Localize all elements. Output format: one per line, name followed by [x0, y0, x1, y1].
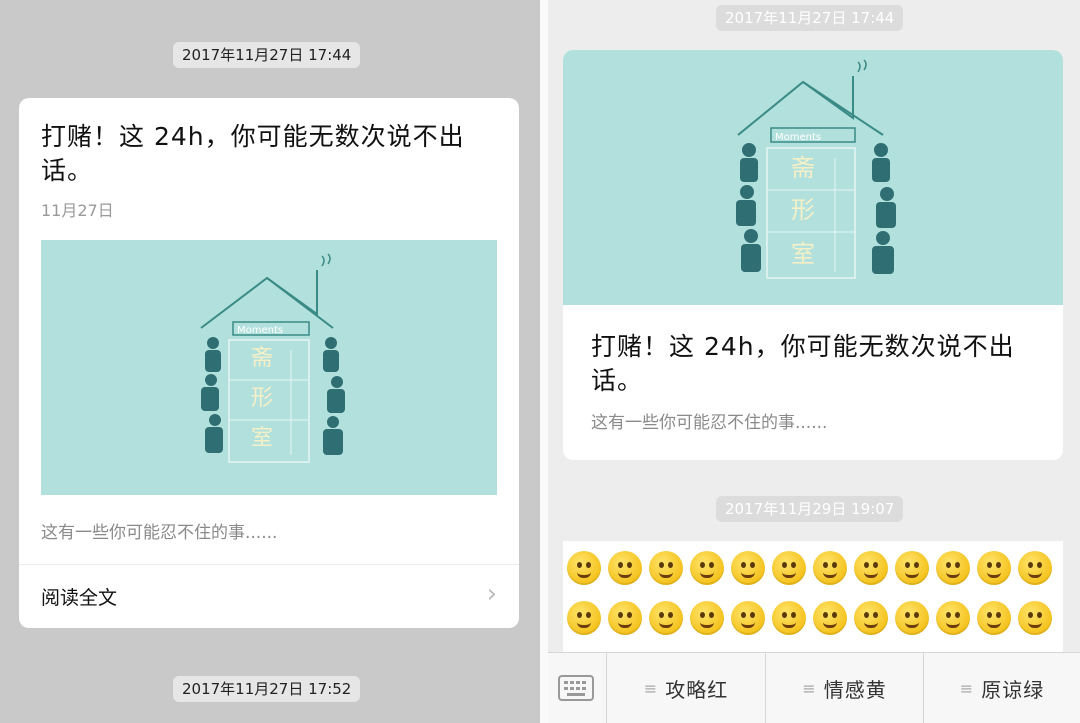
- cover-illustration: Moments 斋 形 室: [200, 253, 345, 463]
- bottom-menu-bar: ≡ 攻略红 ≡ 情感黄 ≡ 原谅绿: [548, 652, 1080, 723]
- cover-char-2: 形: [251, 386, 273, 411]
- panel-divider: [540, 0, 548, 723]
- sticker-laugh-icon[interactable]: [813, 601, 847, 635]
- sticker-shock-icon[interactable]: [608, 601, 642, 635]
- sticker-smirk-icon[interactable]: [772, 551, 806, 585]
- sticker-shock-icon[interactable]: [731, 601, 765, 635]
- sticker-smirk-icon[interactable]: [895, 551, 929, 585]
- menu-lines-icon: ≡: [959, 679, 974, 698]
- sticker-cry-icon[interactable]: [649, 601, 683, 635]
- sticker-message[interactable]: [563, 541, 1063, 653]
- article-card[interactable]: Moments 斋 形 室 打赌！这 24h，你可能无数次说不出话。 这有一些你…: [563, 50, 1063, 460]
- sticker-smile-icon[interactable]: [936, 551, 970, 585]
- sticker-cry-icon[interactable]: [1018, 601, 1052, 635]
- sticker-shock-icon[interactable]: [977, 601, 1011, 635]
- cover-brand-text: Moments: [775, 132, 821, 143]
- sticker-smirk-icon[interactable]: [1018, 551, 1052, 585]
- timestamp-badge: 2017年11月27日 17:52: [173, 676, 361, 702]
- menu-lines-icon: ≡: [802, 679, 816, 698]
- article-description: 这有一些你可能忍不住的事......: [41, 523, 278, 543]
- menu-item-green[interactable]: ≡ 原谅绿: [923, 653, 1080, 723]
- cover-char-2: 形: [791, 196, 815, 224]
- sticker-grin-icon[interactable]: [731, 551, 765, 585]
- cover-char-1: 斋: [791, 154, 815, 182]
- article-title: 打赌！这 24h，你可能无数次说不出话。: [41, 122, 465, 185]
- article-cover-image: Moments 斋 形 室: [41, 240, 497, 495]
- sticker-cry-icon[interactable]: [895, 601, 929, 635]
- cover-char-1: 斋: [251, 346, 273, 371]
- menu-item-yellow[interactable]: ≡ 情感黄: [765, 653, 923, 723]
- sticker-grin-icon[interactable]: [854, 551, 888, 585]
- sticker-laugh-icon[interactable]: [690, 601, 724, 635]
- chevron-right-icon: ›: [486, 579, 497, 609]
- menu-item-label: 情感黄: [823, 678, 887, 702]
- sticker-smile-icon[interactable]: [813, 551, 847, 585]
- sticker-shock-icon[interactable]: [854, 601, 888, 635]
- menu-lines-icon: ≡: [643, 679, 658, 698]
- timestamp-badge: 2017年11月29日 19:07: [716, 496, 904, 522]
- sticker-smirk-icon[interactable]: [649, 551, 683, 585]
- cover-char-3: 室: [251, 426, 273, 451]
- sticker-laugh-icon[interactable]: [567, 601, 601, 635]
- menu-item-label: 攻略红: [665, 678, 729, 702]
- article-title: 打赌！这 24h，你可能无数次说不出话。: [591, 332, 1015, 395]
- chat-panel-left: 2017年11月27日 17:44 打赌！这 24h，你可能无数次说不出话。 1…: [0, 0, 540, 723]
- read-full-label: 阅读全文: [41, 587, 118, 609]
- sticker-grin-icon[interactable]: [608, 551, 642, 585]
- timestamp-badge: 2017年11月27日 17:44: [173, 42, 361, 68]
- menu-item-red[interactable]: ≡ 攻略红: [606, 653, 765, 723]
- sticker-smile-icon[interactable]: [567, 551, 601, 585]
- sticker-grin-icon[interactable]: [977, 551, 1011, 585]
- cover-illustration: Moments 斋 形 室: [736, 59, 896, 279]
- timestamp-badge: 2017年11月27日 17:44: [716, 5, 904, 31]
- keyboard-icon[interactable]: [558, 675, 594, 701]
- cover-char-3: 室: [791, 240, 815, 268]
- article-date: 11月27日: [41, 201, 114, 220]
- sticker-cry-icon[interactable]: [772, 601, 806, 635]
- sticker-laugh-icon[interactable]: [936, 601, 970, 635]
- article-description: 这有一些你可能忍不住的事......: [591, 413, 828, 433]
- menu-item-label: 原谅绿: [981, 678, 1045, 702]
- article-card[interactable]: 打赌！这 24h，你可能无数次说不出话。 11月27日 Moments 斋 形 …: [19, 98, 519, 628]
- cover-brand-text: Moments: [237, 325, 283, 336]
- read-full-row[interactable]: 阅读全文 ›: [19, 564, 519, 628]
- sticker-smile-icon[interactable]: [690, 551, 724, 585]
- article-cover-image: Moments 斋 形 室: [563, 50, 1063, 305]
- chat-panel-right: 2017年11月27日 17:44 Moments 斋 形 室 打赌！这 24h…: [548, 0, 1080, 723]
